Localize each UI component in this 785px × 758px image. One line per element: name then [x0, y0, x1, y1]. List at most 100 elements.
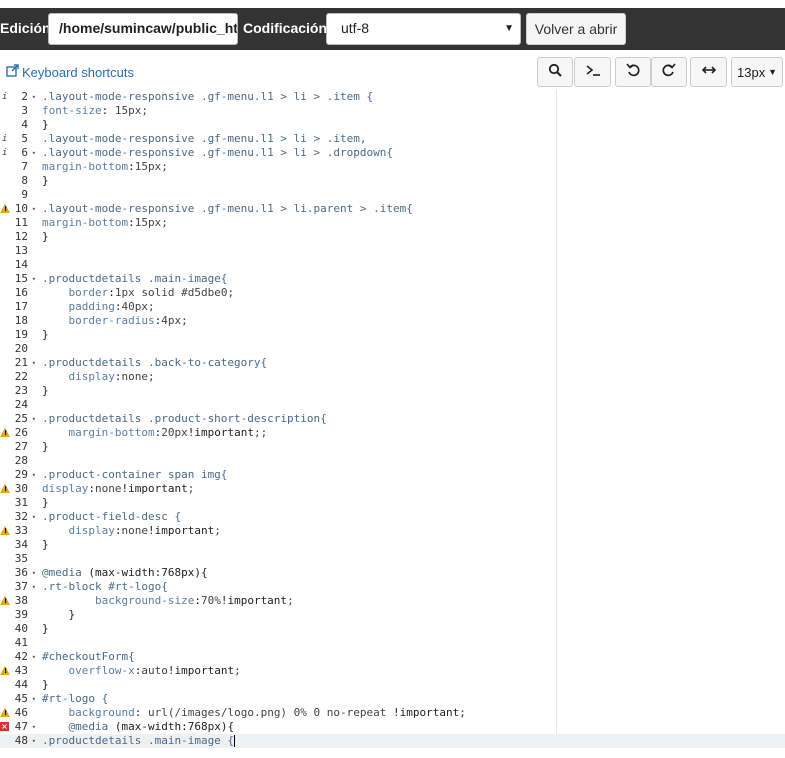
gutter-cell[interactable]: 31: [0, 496, 38, 510]
fold-toggle-icon[interactable]: ▾: [32, 650, 36, 664]
code-line[interactable]: 23}: [0, 384, 785, 398]
fold-toggle-icon[interactable]: ▾: [32, 566, 36, 580]
code-line[interactable]: 28: [0, 454, 785, 468]
code-line[interactable]: 29 ▾ .product-container span img{: [0, 468, 785, 482]
gutter-cell[interactable]: 38: [0, 594, 38, 608]
code-line[interactable]: i 5 .layout-mode-responsive .gf-menu.l1 > …: [0, 132, 785, 146]
wrap-toggle-button[interactable]: [690, 57, 727, 87]
gutter-cell[interactable]: 18: [0, 314, 38, 328]
fold-toggle-icon[interactable]: ▾: [32, 692, 36, 706]
code-line[interactable]: 35: [0, 552, 785, 566]
gutter-cell[interactable]: 3: [0, 104, 38, 118]
code-line[interactable]: 36 ▾ @media (max-width:768px){: [0, 566, 785, 580]
fold-toggle-icon[interactable]: ▾: [32, 720, 36, 734]
code-line[interactable]: 7 margin-bottom:15px;: [0, 160, 785, 174]
gutter-cell[interactable]: 12: [0, 230, 38, 244]
gutter-cell[interactable]: 22: [0, 370, 38, 384]
code-line[interactable]: 40}: [0, 622, 785, 636]
fold-toggle-icon[interactable]: ▾: [32, 412, 36, 426]
code-line[interactable]: × 47 ▾ @media (max-width:768px){: [0, 720, 785, 734]
code-line[interactable]: 39 }: [0, 608, 785, 622]
keyboard-shortcuts-link[interactable]: Keyboard shortcuts: [6, 64, 134, 80]
gutter-cell[interactable]: 28: [0, 454, 38, 468]
gutter-cell[interactable]: 9: [0, 188, 38, 202]
gutter-cell[interactable]: 14: [0, 258, 38, 272]
gutter-cell[interactable]: 15 ▾: [0, 272, 38, 286]
gutter-cell[interactable]: 13: [0, 244, 38, 258]
gutter-cell[interactable]: 10 ▾: [0, 202, 38, 216]
gutter-cell[interactable]: 20: [0, 342, 38, 356]
gutter-cell[interactable]: 40: [0, 622, 38, 636]
code-line[interactable]: 15 ▾ .productdetails .main-image{: [0, 272, 785, 286]
fold-toggle-icon[interactable]: ▾: [32, 146, 36, 160]
code-line[interactable]: 42 ▾ #checkoutForm{: [0, 650, 785, 664]
code-line[interactable]: 26 margin-bottom:20px!important;;: [0, 426, 785, 440]
code-line[interactable]: 19}: [0, 328, 785, 342]
gutter-cell[interactable]: 30: [0, 482, 38, 496]
code-line[interactable]: 41: [0, 636, 785, 650]
code-line[interactable]: 32 ▾ .product-field-desc {: [0, 510, 785, 524]
gutter-cell[interactable]: 4: [0, 118, 38, 132]
gutter-cell[interactable]: 32 ▾: [0, 510, 38, 524]
code-line[interactable]: 8}: [0, 174, 785, 188]
gutter-cell[interactable]: i 6 ▾: [0, 146, 38, 160]
code-line[interactable]: 27}: [0, 440, 785, 454]
code-line[interactable]: i 2 ▾ .layout-mode-responsive .gf-menu.l1 >…: [0, 90, 785, 104]
code-line[interactable]: 44}: [0, 678, 785, 692]
gutter-cell[interactable]: i 2 ▾: [0, 90, 38, 104]
gutter-cell[interactable]: 11: [0, 216, 38, 230]
encoding-select[interactable]: utf-8 ▼: [326, 13, 521, 45]
gutter-cell[interactable]: 8: [0, 174, 38, 188]
font-size-select[interactable]: 13px ▼: [731, 57, 783, 87]
code-line[interactable]: 31}: [0, 496, 785, 510]
fold-toggle-icon[interactable]: ▾: [32, 356, 36, 370]
gutter-cell[interactable]: 37 ▾: [0, 580, 38, 594]
code-line[interactable]: 38 background-size:70%!important;: [0, 594, 785, 608]
terminal-button[interactable]: [574, 57, 611, 87]
gutter-cell[interactable]: 29 ▾: [0, 468, 38, 482]
gutter-cell[interactable]: 41: [0, 636, 38, 650]
code-line[interactable]: 11 margin-bottom:15px;: [0, 216, 785, 230]
gutter-cell[interactable]: × 47 ▾: [0, 720, 38, 734]
gutter-cell[interactable]: 44: [0, 678, 38, 692]
code-line[interactable]: 30 display:none!important;: [0, 482, 785, 496]
code-line[interactable]: 46 background: url(/images/logo.png) 0% …: [0, 706, 785, 720]
fold-toggle-icon[interactable]: ▾: [32, 510, 36, 524]
code-line[interactable]: 13: [0, 244, 785, 258]
gutter-cell[interactable]: 34: [0, 538, 38, 552]
code-line[interactable]: i 6 ▾ .layout-mode-responsive .gf-menu.l1 >…: [0, 146, 785, 160]
code-line[interactable]: 14: [0, 258, 785, 272]
code-line[interactable]: 17 padding:40px;: [0, 300, 785, 314]
code-line[interactable]: 20: [0, 342, 785, 356]
code-line[interactable]: 34}: [0, 538, 785, 552]
gutter-cell[interactable]: 7: [0, 160, 38, 174]
gutter-cell[interactable]: 35: [0, 552, 38, 566]
code-line[interactable]: 16 border:1px solid #d5dbe0;: [0, 286, 785, 300]
redo-button[interactable]: [651, 57, 687, 87]
code-line[interactable]: 33 display:none!important;: [0, 524, 785, 538]
gutter-cell[interactable]: 43: [0, 664, 38, 678]
fold-toggle-icon[interactable]: ▾: [32, 468, 36, 482]
code-line[interactable]: 3 font-size: 15px;: [0, 104, 785, 118]
code-line[interactable]: 24: [0, 398, 785, 412]
code-line[interactable]: 45 ▾ #rt-logo {: [0, 692, 785, 706]
code-line[interactable]: 10 ▾ .layout-mode-responsive .gf-menu.l1 >…: [0, 202, 785, 216]
gutter-cell[interactable]: 24: [0, 398, 38, 412]
fold-toggle-icon[interactable]: ▾: [32, 272, 36, 286]
gutter-cell[interactable]: 25 ▾: [0, 412, 38, 426]
fold-toggle-icon[interactable]: ▾: [32, 202, 36, 216]
gutter-cell[interactable]: 19: [0, 328, 38, 342]
gutter-cell[interactable]: 26: [0, 426, 38, 440]
code-line[interactable]: 43 overflow-x:auto!important;: [0, 664, 785, 678]
gutter-cell[interactable]: 36 ▾: [0, 566, 38, 580]
horizontal-scrollbar[interactable]: [0, 748, 785, 758]
gutter-cell[interactable]: 45 ▾: [0, 692, 38, 706]
search-button[interactable]: [537, 57, 573, 87]
gutter-cell[interactable]: 21 ▾: [0, 356, 38, 370]
gutter-cell[interactable]: 17: [0, 300, 38, 314]
code-line[interactable]: 37 ▾ .rt-block #rt-logo{: [0, 580, 785, 594]
gutter-cell[interactable]: 23: [0, 384, 38, 398]
gutter-cell[interactable]: 39: [0, 608, 38, 622]
reopen-button[interactable]: Volver a abrir: [526, 13, 626, 45]
fold-toggle-icon[interactable]: ▾: [32, 90, 36, 104]
